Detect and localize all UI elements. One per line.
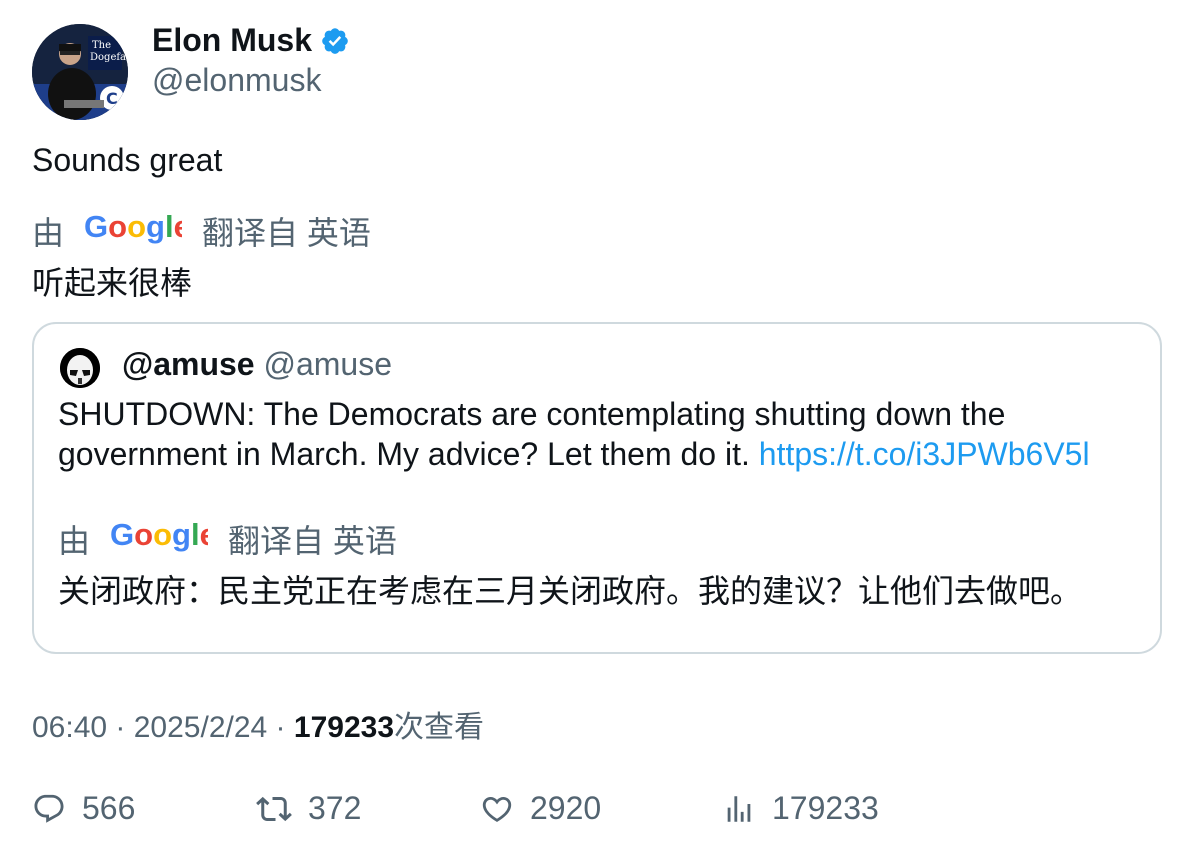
- quote-author-handle: @amuse: [263, 346, 393, 382]
- tweet-date[interactable]: 2025/2/24: [134, 711, 267, 744]
- translated-tweet-text: 听起来很棒: [32, 265, 193, 301]
- heart-icon: [482, 796, 512, 822]
- tweet-time[interactable]: 06:40: [32, 711, 107, 744]
- translation-from-label: 翻译自 英语: [202, 215, 371, 251]
- like-button[interactable]: 2920: [480, 790, 601, 827]
- svg-text:Google: Google: [84, 209, 182, 244]
- google-logo-icon: Google: [84, 209, 191, 253]
- bar-chart-icon: [727, 795, 751, 822]
- author-name[interactable]: Elon Musk: [152, 22, 350, 59]
- reply-button[interactable]: 566: [32, 790, 135, 827]
- svg-text:The: The: [92, 40, 111, 51]
- view-count-suffix: 次查看: [394, 711, 484, 744]
- translation-attribution[interactable]: 由 Google 翻译自 英语: [32, 208, 371, 254]
- author-handle[interactable]: @elonmusk: [152, 62, 321, 99]
- like-count: 2920: [530, 790, 602, 826]
- quote-author[interactable]: @amuse @amuse: [122, 346, 392, 383]
- views-count: 179233: [772, 790, 879, 826]
- quote-avatar[interactable]: [60, 348, 100, 388]
- views-button[interactable]: 179233: [722, 790, 879, 827]
- meta-separator: ·: [107, 711, 134, 744]
- quote-text-block: SHUTDOWN: The Democrats are contemplatin…: [58, 394, 1138, 474]
- author-avatar[interactable]: The Dogefa C: [32, 24, 128, 120]
- quote-translated-text: 关闭政府：民主党正在考虑在三月关闭政府。我的建议？让他们去做吧。: [58, 573, 1083, 609]
- tweet-text: Sounds great: [32, 142, 223, 178]
- meta-separator: ·: [267, 711, 294, 744]
- reply-count: 566: [82, 790, 136, 826]
- svg-text:Google: Google: [110, 517, 208, 552]
- quote-translation-attribution[interactable]: 由 Google 翻译自 英语: [58, 516, 397, 562]
- svg-text:Dogefa: Dogefa: [90, 52, 126, 63]
- retweet-count: 372: [308, 790, 362, 826]
- author-name-text: Elon Musk: [152, 22, 313, 58]
- quote-author-name: @amuse: [122, 346, 255, 382]
- verified-badge-icon: [320, 26, 350, 56]
- translation-prefix: 由: [32, 215, 65, 251]
- svg-text:C: C: [106, 89, 118, 108]
- tweet-meta: 06:40 · 2025/2/24 · 179233次查看: [32, 702, 484, 746]
- quote-translation-prefix: 由: [58, 523, 91, 559]
- quote-translation-from-label: 翻译自 英语: [228, 523, 397, 559]
- quote-google-logo-icon: Google: [110, 517, 217, 561]
- retweet-button[interactable]: 372: [256, 790, 361, 827]
- reply-icon: [34, 794, 64, 823]
- quoted-tweet[interactable]: @amuse @amuse SHUTDOWN: The Democrats ar…: [32, 322, 1162, 654]
- quote-link[interactable]: https://t.co/i3JPWb6V5l: [759, 436, 1090, 472]
- view-count: 179233: [293, 711, 394, 744]
- retweet-icon: [256, 796, 292, 821]
